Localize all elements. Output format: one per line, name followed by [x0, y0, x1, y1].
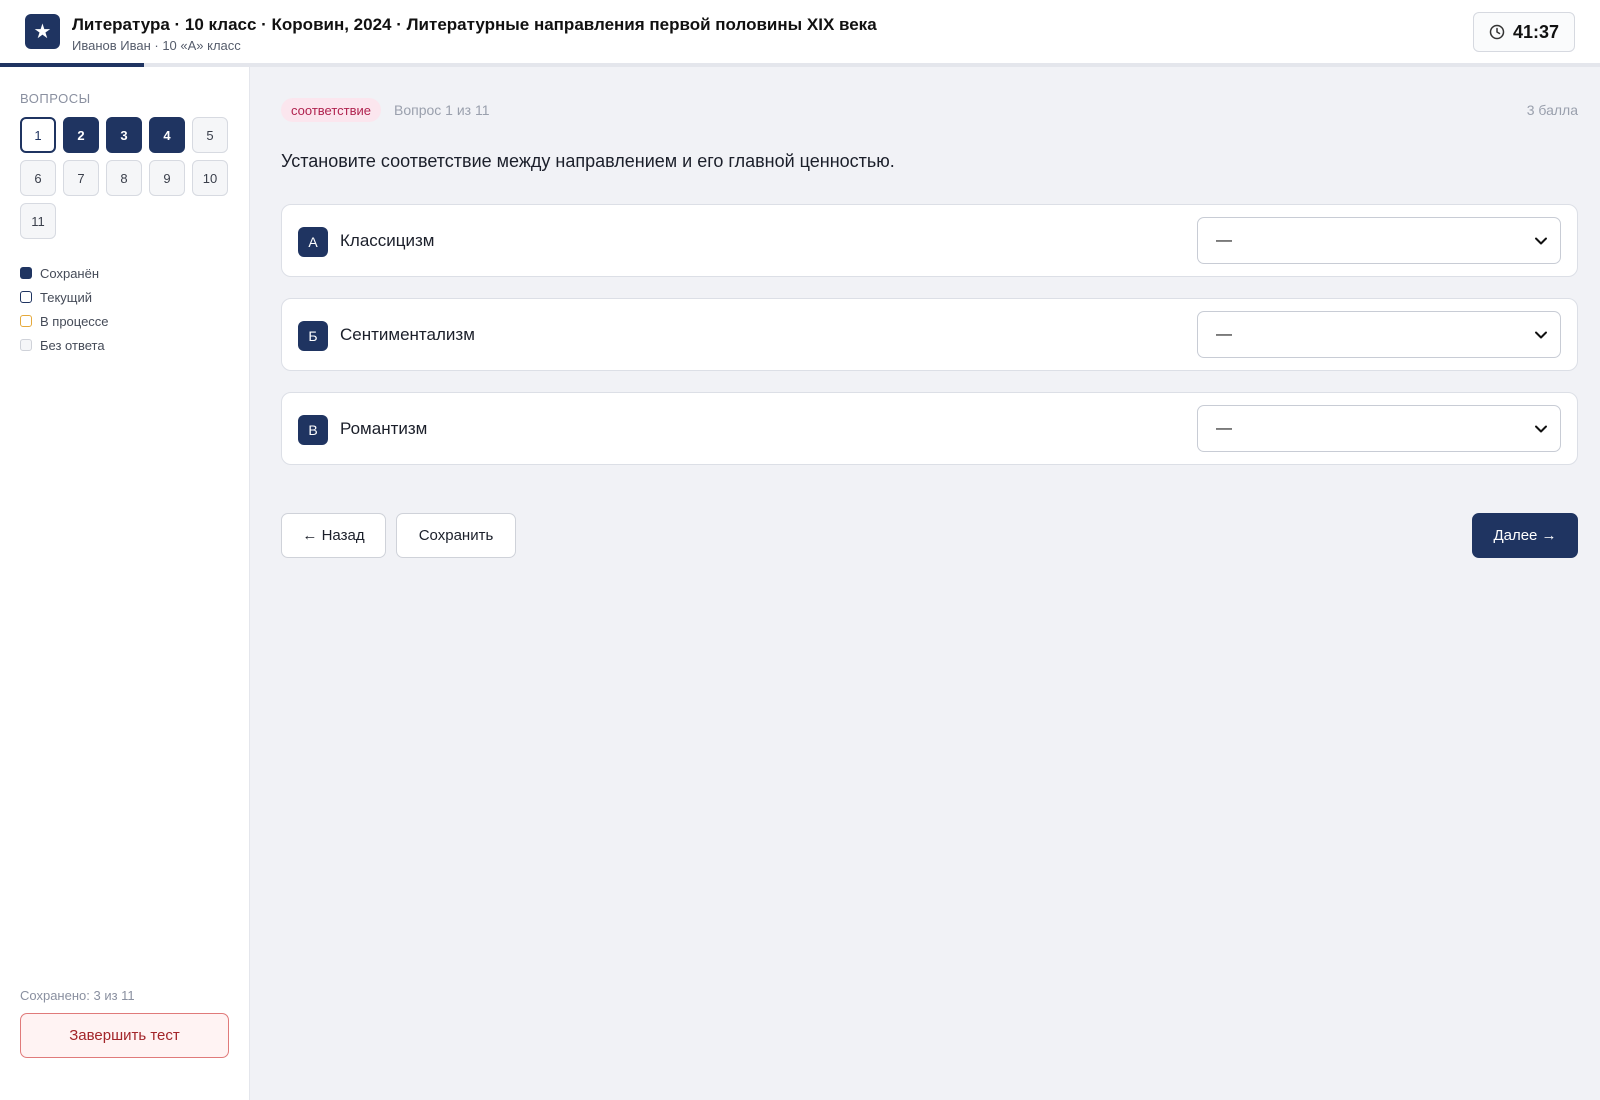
legend-label: Сохранён — [40, 265, 100, 281]
question-navigation: ← Назад Сохранить Далее → — [281, 513, 1578, 559]
row-letter: В — [298, 415, 328, 445]
row-label: Классицизм — [340, 231, 435, 250]
timer-value: 41:37 — [1512, 21, 1560, 42]
question-button-4[interactable]: 4 — [149, 117, 185, 153]
chevron-down-icon — [1535, 425, 1547, 433]
question-button-10[interactable]: 10 — [192, 160, 228, 196]
legend-label: Текущий — [40, 289, 92, 305]
matching-rows: А Классицизм — Б Сентиментализм — В Рома… — [281, 204, 1578, 486]
match-select[interactable]: — — [1197, 405, 1561, 452]
question-button-8[interactable]: 8 — [106, 160, 142, 196]
chevron-down-icon — [1535, 237, 1547, 245]
finish-test-button[interactable]: Завершить тест — [20, 1013, 229, 1058]
legend-label: Без ответа — [40, 337, 105, 353]
match-select-value: — — [1216, 419, 1232, 437]
saved-count: Сохранено: 3 из 11 — [20, 988, 135, 1003]
matching-row: Б Сентиментализм — — [281, 298, 1578, 371]
clock-icon — [1489, 24, 1505, 40]
legend-swatch-saved — [20, 267, 32, 279]
status-legend: Сохранён Текущий В процессе Без ответа — [20, 261, 109, 357]
question-button-3[interactable]: 3 — [106, 117, 142, 153]
match-select[interactable]: — — [1197, 217, 1561, 264]
question-button-5[interactable]: 5 — [192, 117, 228, 153]
question-button-6[interactable]: 6 — [20, 160, 56, 196]
next-button[interactable]: Далее → — [1472, 513, 1578, 558]
legend-swatch-current — [20, 291, 32, 303]
back-button[interactable]: ← Назад — [281, 513, 386, 558]
matching-row: А Классицизм — — [281, 204, 1578, 277]
sidebar: Вопросы 1 2 3 4 5 6 7 8 9 10 11 Сохранён Текущий В п… — [0, 67, 250, 1100]
legend-label: В процессе — [40, 313, 109, 329]
legend-item-progress: В процессе — [20, 309, 109, 333]
question-button-1[interactable]: 1 — [20, 117, 56, 153]
matching-row: В Романтизм — — [281, 392, 1578, 465]
save-button[interactable]: Сохранить — [396, 513, 516, 558]
legend-swatch-empty — [20, 339, 32, 351]
match-select[interactable]: — — [1197, 311, 1561, 358]
question-button-11[interactable]: 11 — [20, 203, 56, 239]
chevron-down-icon — [1535, 331, 1547, 339]
question-text: Установите соответствие между направлени… — [281, 151, 895, 171]
row-letter: А — [298, 227, 328, 257]
question-button-9[interactable]: 9 — [149, 160, 185, 196]
student-info: Иванов Иван · 10 «А» класс — [72, 38, 241, 53]
match-select-value: — — [1216, 231, 1232, 249]
question-grid: 1 2 3 4 5 6 7 8 9 10 11 — [20, 117, 240, 239]
star-logo-icon: ★ — [25, 14, 60, 49]
question-number: Вопрос 1 из 11 — [394, 102, 490, 118]
legend-item-saved: Сохранён — [20, 261, 109, 285]
timer: 41:37 — [1473, 12, 1575, 52]
top-bar: ★ Литература · 10 класс · Коровин, 2024 … — [0, 0, 1600, 64]
question-points: 3 балла — [1526, 102, 1578, 118]
questions-heading: Вопросы — [20, 91, 91, 106]
row-label: Сентиментализм — [340, 325, 475, 344]
legend-item-current: Текущий — [20, 285, 109, 309]
question-button-2[interactable]: 2 — [63, 117, 99, 153]
match-select-value: — — [1216, 325, 1232, 343]
question-button-7[interactable]: 7 — [63, 160, 99, 196]
question-type-badge: соответствие — [281, 98, 381, 122]
test-title: Литература · 10 класс · Коровин, 2024 · … — [72, 15, 877, 34]
legend-swatch-progress — [20, 315, 32, 327]
question-meta: соответствие Вопрос 1 из 11 3 балла — [281, 98, 1578, 124]
row-label: Романтизм — [340, 419, 428, 438]
legend-item-empty: Без ответа — [20, 333, 109, 357]
row-letter: Б — [298, 321, 328, 351]
